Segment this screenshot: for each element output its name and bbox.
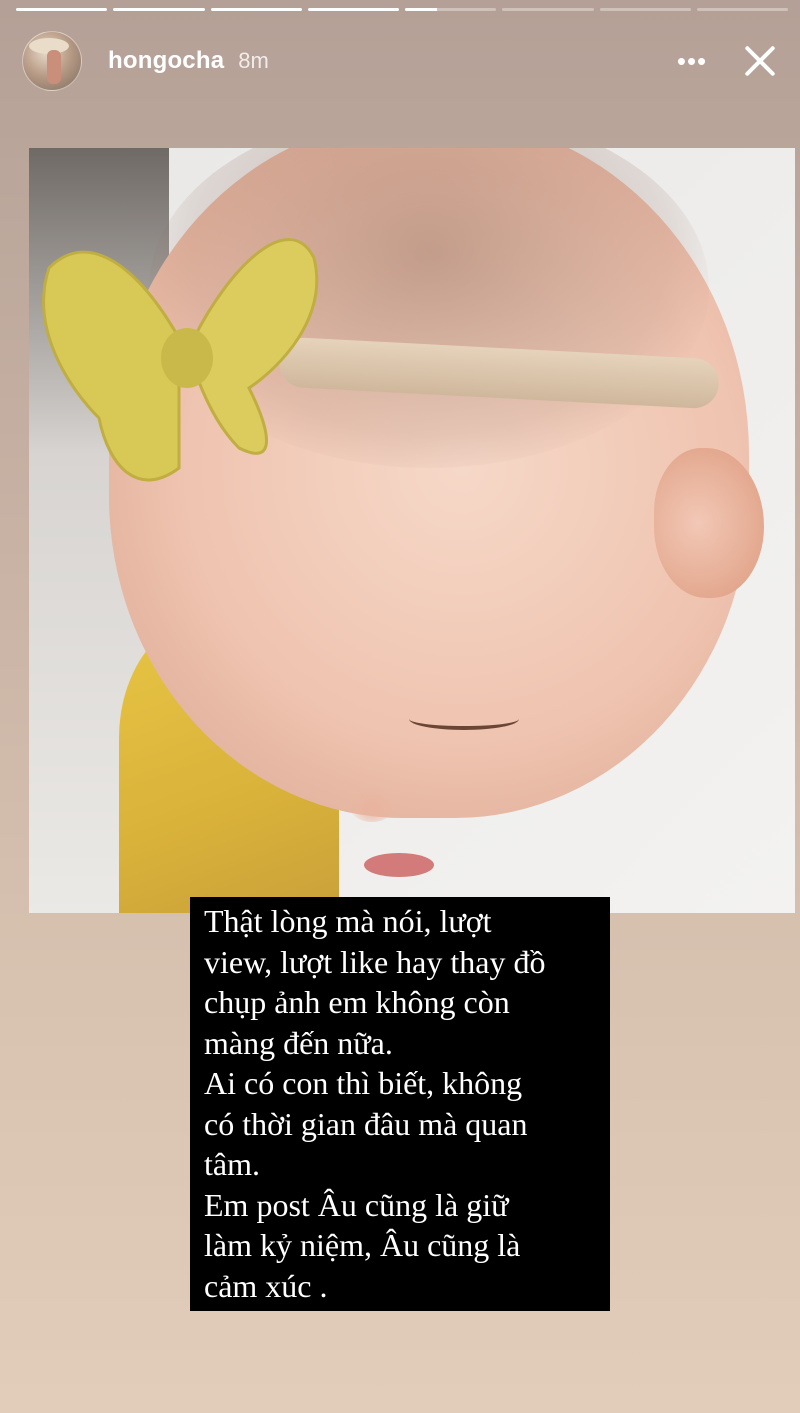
story-header: hongocha 8m ••• bbox=[22, 30, 782, 92]
caption-line: view, lượt like hay thay đồ bbox=[204, 943, 546, 980]
caption-line: màng đến nữa. bbox=[204, 1024, 393, 1061]
progress-segment bbox=[113, 8, 205, 11]
progress-segment bbox=[502, 8, 594, 11]
caption-line: cảm xúc . bbox=[204, 1267, 328, 1304]
nose bbox=[349, 788, 395, 822]
avatar[interactable] bbox=[22, 31, 82, 91]
caption-line: Thật lòng mà nói, lượt bbox=[204, 903, 492, 939]
progress-segment bbox=[16, 8, 108, 11]
caption-line: có thời gian đâu mà quan bbox=[204, 1105, 528, 1142]
progress-segment bbox=[696, 8, 788, 11]
closed-eye bbox=[409, 708, 519, 730]
progress-segment bbox=[210, 8, 302, 11]
caption-text-box: Thật lòng mà nói, lượt view, lượt like h… bbox=[190, 897, 610, 1311]
progress-segment-current bbox=[405, 8, 497, 11]
caption-line: tâm. bbox=[204, 1146, 260, 1182]
progress-segment bbox=[599, 8, 691, 11]
mouth bbox=[364, 853, 434, 877]
post-time: 8m bbox=[238, 48, 269, 73]
progress-segment bbox=[307, 8, 399, 11]
more-horizontal-icon[interactable]: ••• bbox=[672, 41, 712, 81]
username[interactable]: hongocha bbox=[108, 47, 224, 75]
caption-line: Em post Âu cũng là giữ bbox=[204, 1186, 509, 1223]
close-icon[interactable] bbox=[738, 39, 782, 83]
caption-line: chụp ảnh em không còn bbox=[204, 984, 510, 1020]
caption-line: Ai có con thì biết, không bbox=[204, 1065, 523, 1101]
caption-line: làm kỷ niệm, Âu cũng là bbox=[204, 1227, 521, 1263]
story-photo bbox=[29, 148, 795, 913]
yellow-bow bbox=[42, 238, 319, 482]
story-progress-bar bbox=[16, 8, 788, 12]
